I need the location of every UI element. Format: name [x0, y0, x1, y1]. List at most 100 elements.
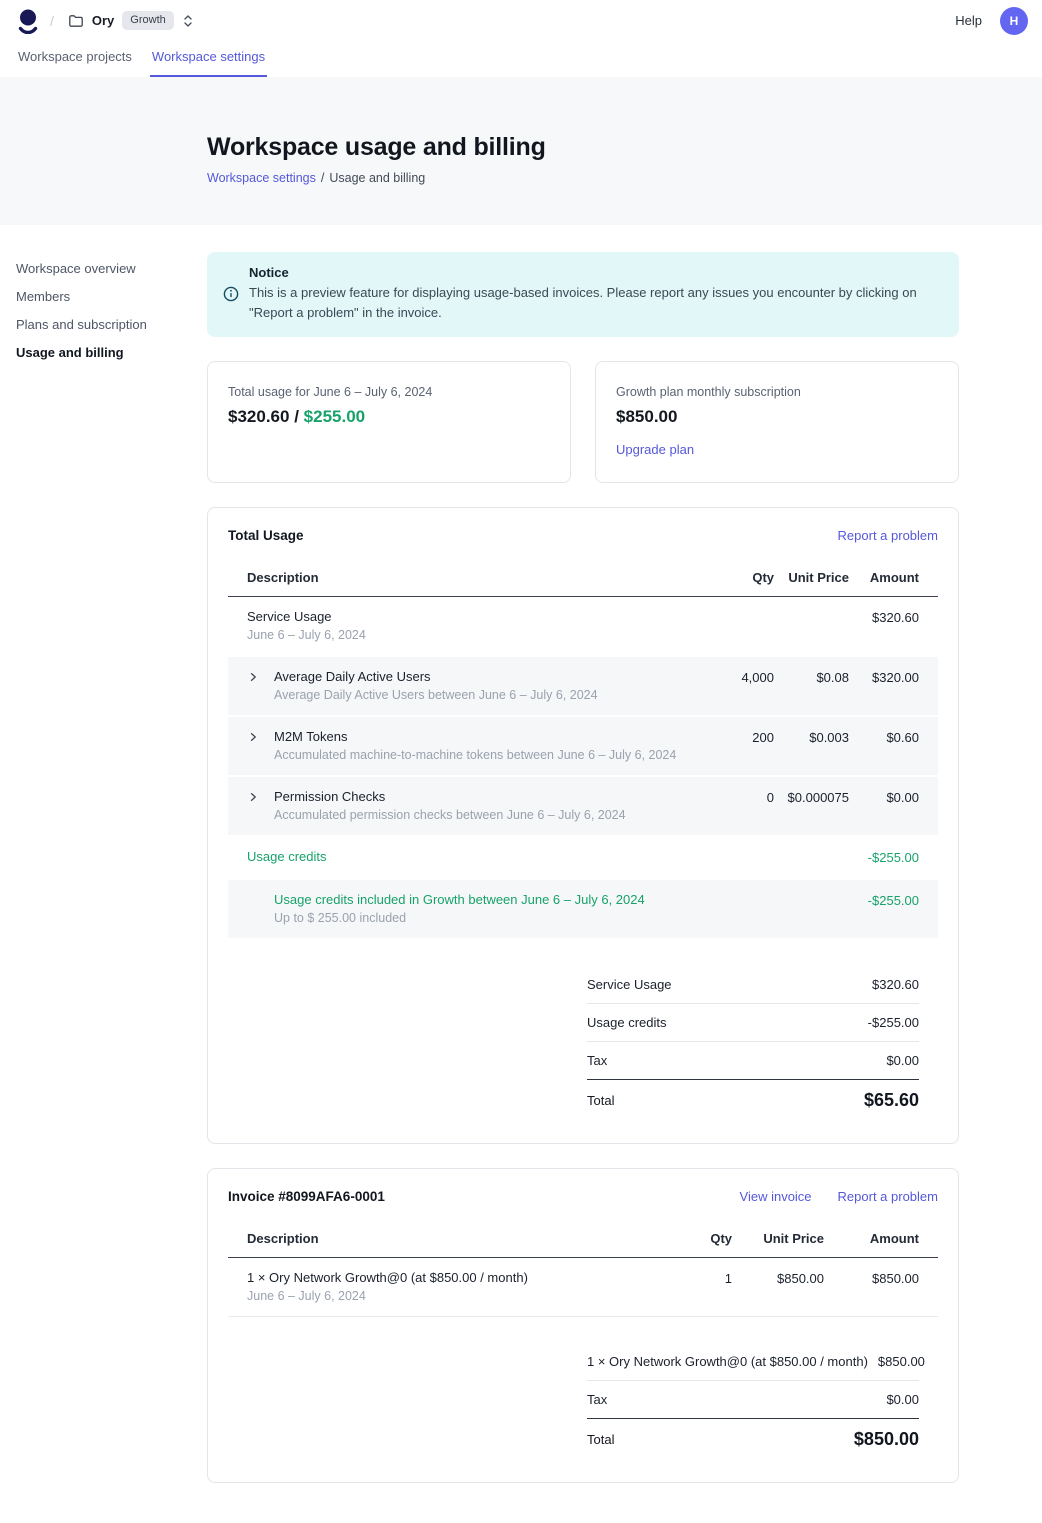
upgrade-plan-link[interactable]: Upgrade plan	[616, 442, 694, 457]
summary-label: Tax	[587, 1053, 607, 1068]
total-usage-title: Total Usage	[228, 528, 304, 543]
chevron-right-icon[interactable]	[247, 791, 259, 803]
row-title: Usage credits	[247, 849, 326, 864]
row-description: Service Usage June 6 – July 6, 2024	[247, 609, 366, 642]
breadcrumb: Workspace settings / Usage and billing	[207, 171, 959, 185]
summary-row: Tax $0.00	[587, 1381, 919, 1418]
row-description-cell: Usage credits	[247, 849, 694, 864]
total-usage-links: Report a problem	[838, 528, 938, 543]
invoice-card-header: Invoice #8099AFA6-0001 View invoice Repo…	[228, 1189, 938, 1204]
usage-amount-used: $320.60	[228, 407, 289, 426]
chevron-spacer	[247, 669, 274, 683]
workspace-plan-badge: Growth	[122, 11, 173, 29]
table-row: Average Daily Active Users Average Daily…	[228, 657, 938, 717]
sidebar-item[interactable]: Workspace overview	[16, 255, 207, 283]
summary-row: Tax $0.00	[587, 1042, 919, 1079]
summary-label: Usage credits	[587, 1015, 666, 1030]
invoice-table: Description Qty Unit Price Amount	[228, 1222, 938, 1317]
invoice-total-row: Total $850.00	[587, 1418, 919, 1450]
row-subtitle: Up to $ 255.00 included	[274, 911, 645, 925]
notice-content: Notice This is a preview feature for dis…	[249, 265, 943, 322]
usage-summary: Service Usage $320.60 Usage credits -$25…	[587, 966, 919, 1079]
total-usage-card: Total Usage Report a problem Description…	[207, 507, 959, 1144]
column-amount: Amount	[824, 1231, 919, 1246]
chevron-spacer	[247, 729, 274, 743]
sidebar-item[interactable]: Usage and billing	[16, 339, 207, 367]
chevron-spacer	[247, 892, 274, 906]
table-row: 1 × Ory Network Growth@0 (at $850.00 / m…	[228, 1258, 938, 1317]
summary-value: -$255.00	[868, 1015, 919, 1030]
row-subtitle: Accumulated machine-to-machine tokens be…	[274, 748, 676, 762]
row-unit-price: $0.08	[774, 669, 849, 685]
summary-row: Service Usage $320.60	[587, 966, 919, 1004]
row-title: Service Usage	[247, 609, 366, 624]
page: / Ory Growth Help H	[0, 0, 1042, 1523]
row-unit-price	[774, 849, 849, 850]
row-subtitle: Average Daily Active Users between June …	[274, 688, 598, 702]
help-link[interactable]: Help	[955, 13, 982, 28]
row-amount: $0.00	[849, 789, 919, 805]
chevron-right-icon[interactable]	[247, 671, 259, 683]
chevron-updown-icon	[182, 13, 194, 29]
sidebar-item[interactable]: Members	[16, 283, 207, 311]
total-usage-table: Description Qty Unit Price Amount	[228, 561, 938, 940]
invoice-links: View invoice Report a problem	[740, 1189, 938, 1204]
row-description-cell: Permission Checks Accumulated permission…	[247, 789, 694, 822]
sidebar-item[interactable]: Plans and subscription	[16, 311, 207, 339]
row-description-cell: Average Daily Active Users Average Daily…	[247, 669, 694, 702]
row-description: Usage credits	[247, 849, 326, 864]
row-qty: 200	[694, 729, 774, 745]
settings-sidebar: Workspace overview Members Plans and sub…	[16, 252, 207, 1483]
row-qty: 1	[672, 1270, 732, 1286]
avatar[interactable]: H	[1000, 7, 1028, 35]
workspace-tabbar: Workspace projects Workspace settings	[0, 41, 1042, 77]
summary-value: $0.00	[886, 1053, 919, 1068]
view-invoice-link[interactable]: View invoice	[740, 1189, 812, 1204]
report-problem-link[interactable]: Report a problem	[838, 1189, 938, 1204]
topbar-left: / Ory Growth	[16, 7, 198, 33]
summary-row: Usage credits -$255.00	[587, 1004, 919, 1042]
row-description: M2M Tokens Accumulated machine-to-machin…	[274, 729, 676, 762]
usage-amount-separator: /	[294, 407, 299, 426]
total-usage-summary-card: Total usage for June 6 – July 6, 2024 $3…	[207, 361, 571, 483]
row-description: 1 × Ory Network Growth@0 (at $850.00 / m…	[247, 1270, 528, 1303]
workspace-tab[interactable]: Workspace settings	[150, 41, 267, 77]
table-header-row: Description Qty Unit Price Amount	[228, 561, 938, 597]
summary-row: 1 × Ory Network Growth@0 (at $850.00 / m…	[587, 1343, 919, 1381]
usage-amount-credit: $255.00	[304, 407, 365, 426]
table-row: Usage credits -$255.00	[228, 837, 938, 880]
row-description-cell: Usage credits included in Growth between…	[247, 892, 694, 925]
workspace-name: Ory	[92, 13, 114, 28]
column-description: Description	[247, 1231, 672, 1246]
notice-banner: Notice This is a preview feature for dis…	[207, 252, 959, 337]
workspace-tab[interactable]: Workspace projects	[16, 41, 134, 77]
row-description-cell: M2M Tokens Accumulated machine-to-machin…	[247, 729, 694, 762]
table-header-row: Description Qty Unit Price Amount	[228, 1222, 938, 1258]
row-qty	[694, 609, 774, 610]
row-amount: -$255.00	[849, 849, 919, 865]
topbar-separator: /	[50, 13, 54, 29]
column-qty: Qty	[694, 570, 774, 585]
column-qty: Qty	[672, 1231, 732, 1246]
column-amount: Amount	[849, 570, 919, 585]
ory-logo[interactable]	[16, 8, 40, 34]
chevron-right-icon[interactable]	[247, 731, 259, 743]
row-title: Usage credits included in Growth between…	[274, 892, 645, 907]
row-amount: -$255.00	[849, 892, 919, 908]
report-problem-link[interactable]: Report a problem	[838, 528, 938, 543]
row-amount: $320.00	[849, 669, 919, 685]
plan-price: $850.00	[616, 407, 938, 427]
usage-period-label: Total usage for June 6 – July 6, 2024	[228, 385, 550, 399]
row-subtitle: June 6 – July 6, 2024	[247, 1289, 528, 1303]
workspace-switcher[interactable]: Ory Growth	[64, 7, 198, 33]
page-header: Workspace usage and billing Workspace se…	[0, 77, 1042, 225]
row-unit-price: $0.000075	[774, 789, 849, 805]
invoice-card: Invoice #8099AFA6-0001 View invoice Repo…	[207, 1168, 959, 1483]
summary-label: Service Usage	[587, 977, 672, 992]
topbar: / Ory Growth Help H	[0, 0, 1042, 41]
column-unit-price: Unit Price	[774, 570, 849, 585]
summary-label: Tax	[587, 1392, 607, 1407]
column-unit-price: Unit Price	[732, 1231, 824, 1246]
total-value: $65.60	[864, 1090, 919, 1111]
breadcrumb-link[interactable]: Workspace settings	[207, 171, 316, 185]
